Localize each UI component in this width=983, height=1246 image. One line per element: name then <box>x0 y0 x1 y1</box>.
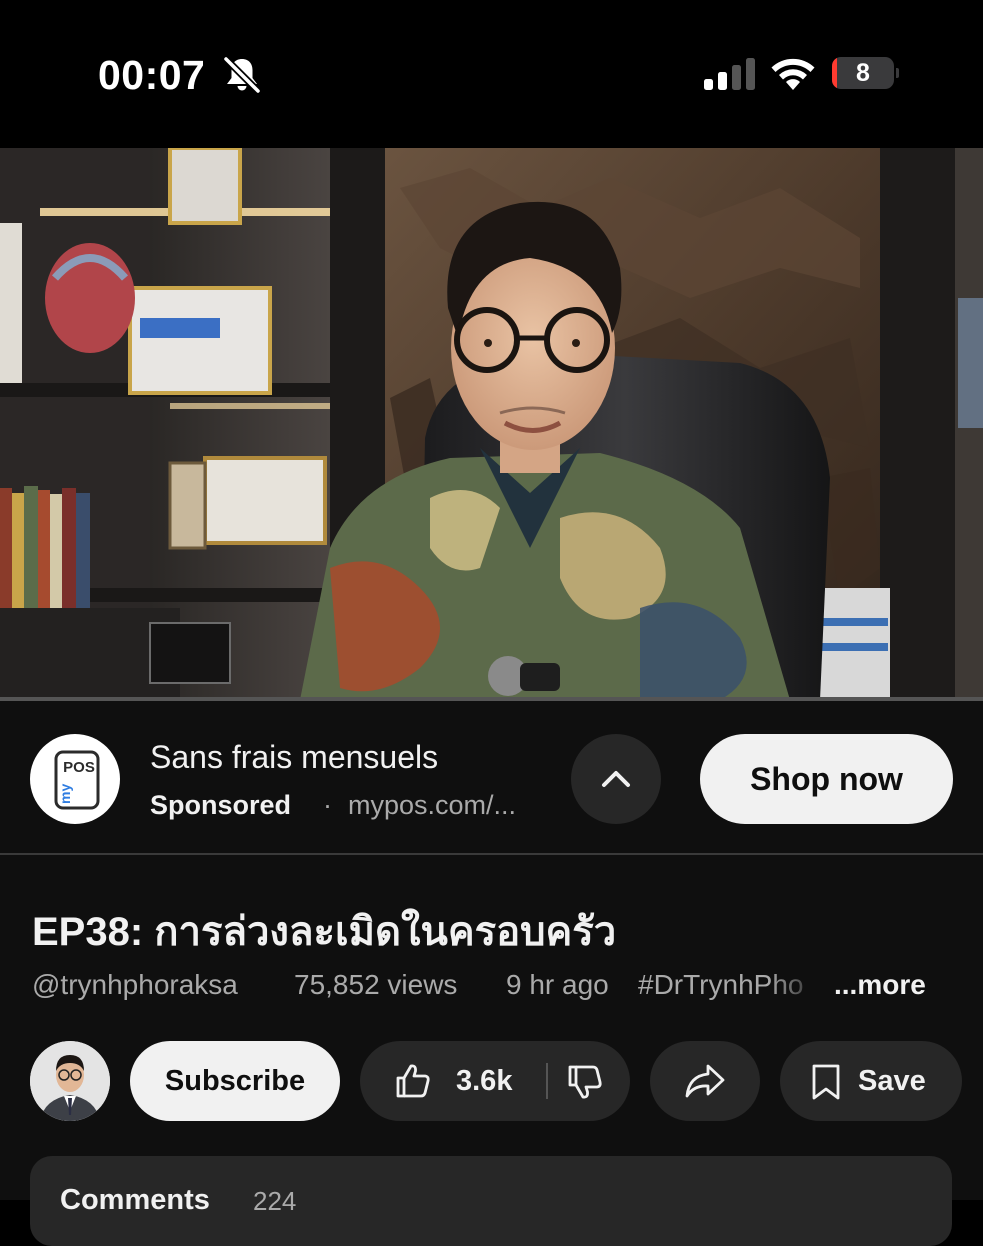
ad-banner[interactable]: POS my Sans frais mensuels Sponsored · m… <box>0 701 983 853</box>
thumbs-down-icon <box>568 1065 602 1099</box>
comments-title: Comments <box>60 1184 210 1216</box>
video-title[interactable]: EP38: การล่วงละเมิดในครอบครัว <box>32 899 616 963</box>
status-time: 00:07 <box>98 52 206 98</box>
like-dislike-group: 3.6k <box>360 1041 630 1121</box>
like-count: 3.6k <box>456 1065 513 1097</box>
share-icon <box>685 1064 725 1098</box>
channel-handle[interactable]: @trynhphoraksa <box>32 969 238 1001</box>
upload-age: 9 hr ago <box>506 969 609 1000</box>
video-info-section: EP38: การล่วงละเมิดในครอบครัว @trynhphor… <box>0 855 983 1246</box>
video-metadata[interactable]: @trynhphoraksa 75,852 views 9 hr ago #Dr… <box>32 969 952 1009</box>
save-button[interactable]: Save <box>780 1041 962 1121</box>
action-row: Subscribe 3.6k Save <box>0 1041 983 1121</box>
ad-sponsored-label: Sponsored <box>150 790 292 820</box>
cellular-signal-icon <box>704 58 755 90</box>
battery-body: 8 <box>832 57 894 89</box>
video-frame <box>0 148 983 700</box>
share-button[interactable] <box>650 1041 760 1121</box>
chevron-up-icon <box>602 771 630 787</box>
ad-separator: · <box>323 790 332 820</box>
mypos-logo[interactable]: POS my <box>30 734 120 824</box>
ad-url[interactable]: mypos.com/... <box>348 790 516 821</box>
ad-expand-button[interactable] <box>571 734 661 824</box>
status-bar: 00:07 8 <box>0 0 983 148</box>
channel-avatar[interactable] <box>30 1041 110 1121</box>
like-button[interactable]: 3.6k <box>360 1041 546 1121</box>
view-count: 75,852 views <box>294 969 458 1000</box>
comments-panel[interactable]: Comments 224 <box>30 1156 952 1246</box>
ad-title[interactable]: Sans frais mensuels <box>150 739 438 776</box>
hashtag-link[interactable]: #DrTrynhPho <box>638 969 824 1001</box>
more-link[interactable]: ...more <box>834 969 926 1001</box>
logo-text-my: my <box>57 784 73 804</box>
video-player[interactable] <box>0 148 983 700</box>
dislike-button[interactable] <box>548 1041 630 1121</box>
wifi-icon <box>771 58 815 90</box>
battery-indicator: 8 <box>832 57 899 91</box>
shop-now-button[interactable]: Shop now <box>700 734 953 824</box>
battery-percent: 8 <box>856 59 870 87</box>
save-label: Save <box>858 1065 926 1097</box>
battery-tip <box>896 68 899 78</box>
bookmark-icon <box>812 1064 840 1100</box>
bell-slash-icon <box>223 56 261 93</box>
subscribe-button[interactable]: Subscribe <box>130 1041 340 1121</box>
comments-count: 224 <box>253 1186 297 1216</box>
thumbs-up-icon <box>396 1064 430 1098</box>
logo-text-pos: POS <box>63 759 95 776</box>
